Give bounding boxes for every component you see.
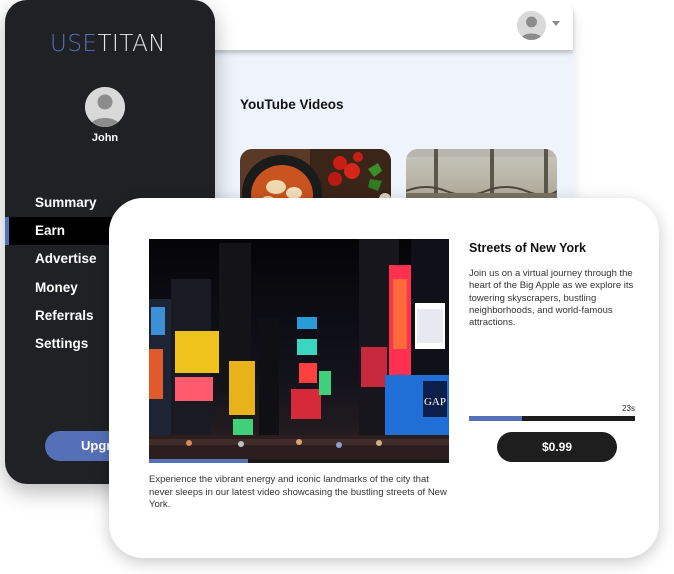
video-summary: Join us on a virtual journey through the…	[469, 268, 634, 329]
profile-avatar[interactable]	[85, 87, 125, 127]
section-title: YouTube Videos	[240, 97, 344, 112]
video-card: GAP Experience the vibrant energy and ic…	[109, 198, 659, 558]
video-progress-bar[interactable]	[149, 459, 449, 463]
account-avatar[interactable]	[517, 11, 546, 40]
profile-username: John	[91, 132, 119, 144]
video-title: Streets of New York	[469, 241, 586, 255]
brand-logo[interactable]: USETITAN	[50, 31, 166, 57]
reward-button[interactable]: $0.99	[497, 432, 617, 462]
video-frame-city: GAP	[149, 239, 449, 463]
video-player[interactable]: GAP	[149, 239, 449, 463]
brand-logo-part2: TITAN	[97, 31, 167, 57]
brand-logo-part1: USE	[50, 31, 98, 57]
watch-timer: 23s	[622, 404, 635, 413]
watch-timer-bar	[469, 416, 635, 421]
chevron-down-icon[interactable]	[552, 21, 560, 26]
user-avatar-icon	[85, 87, 125, 127]
gap-sign-text: GAP	[424, 396, 446, 408]
video-description: Experience the vibrant energy and iconic…	[149, 474, 447, 510]
user-avatar-icon	[517, 11, 546, 40]
